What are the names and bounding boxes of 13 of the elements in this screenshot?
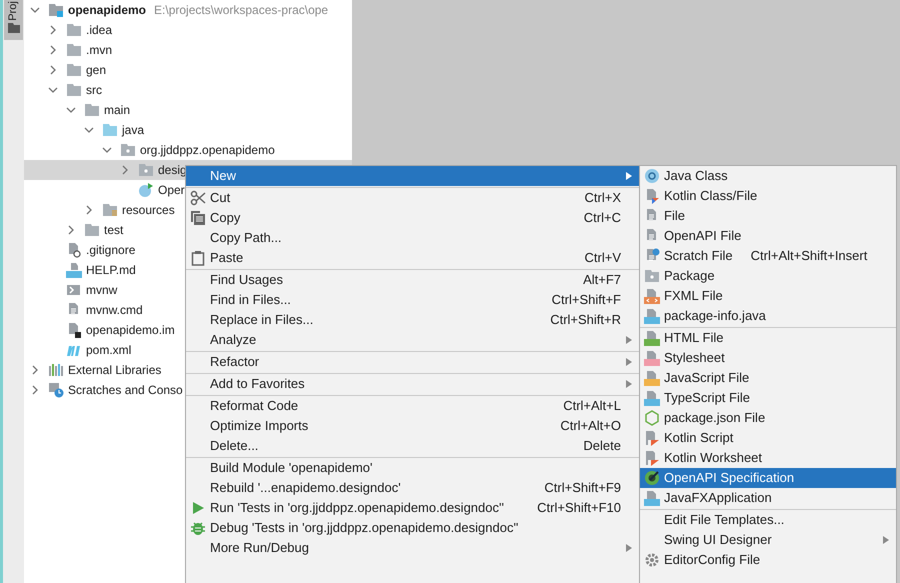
- shortcut-label: Ctrl+Alt+L: [563, 397, 621, 416]
- shortcut-label: Ctrl+Alt+O: [560, 417, 621, 436]
- shortcut-label: Ctrl+Shift+F: [552, 291, 621, 310]
- shortcut-label: Ctrl+Alt+Shift+Insert: [750, 247, 868, 266]
- shortcut-label: Delete: [583, 437, 621, 456]
- shortcut-label: Alt+F7: [583, 271, 621, 290]
- shortcut-label: Ctrl+X: [584, 189, 621, 208]
- shortcut-label: Ctrl+Shift+R: [550, 311, 621, 330]
- shortcut-label: Ctrl+C: [584, 209, 621, 228]
- shortcut-label: Ctrl+Shift+F10: [537, 499, 621, 518]
- shortcut-label: Ctrl+V: [584, 249, 621, 268]
- module-path: E:\projects\workspaces-prac\ope: [154, 2, 328, 19]
- shortcut-label: Ctrl+Shift+F9: [544, 479, 621, 498]
